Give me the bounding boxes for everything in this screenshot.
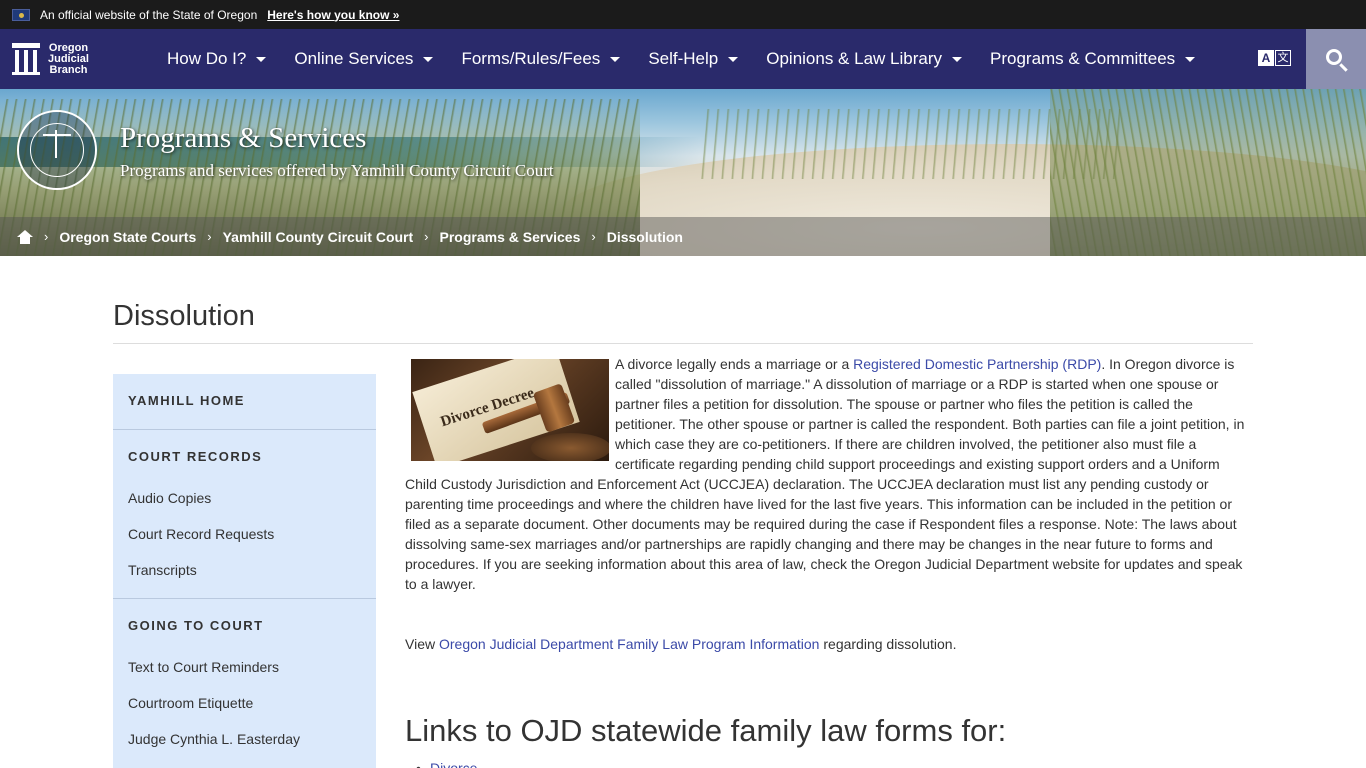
chevron-down-icon bbox=[1185, 56, 1196, 62]
oregon-judicial-branch-logo[interactable]: Oregon Judicial Branch bbox=[0, 29, 150, 89]
rdp-link[interactable]: Registered Domestic Partnership (RDP) bbox=[853, 356, 1101, 372]
breadcrumb: › Oregon State Courts › Yamhill County C… bbox=[0, 217, 1366, 256]
sidebar-item-transcripts[interactable]: Transcripts bbox=[113, 562, 197, 578]
hero-subtitle: Programs and services offered by Yamhill… bbox=[120, 161, 554, 180]
sidebar-item-courtroom-etiquette[interactable]: Courtroom Etiquette bbox=[113, 695, 253, 711]
breadcrumb-oregon-state-courts[interactable]: Oregon State Courts bbox=[59, 229, 196, 245]
sidebar: YAMHILL HOME COURT RECORDS Audio Copies … bbox=[113, 374, 376, 768]
list-item: Divorce bbox=[416, 760, 478, 768]
search-button[interactable] bbox=[1306, 29, 1366, 89]
chevron-down-icon bbox=[728, 56, 739, 62]
family-law-forms-heading: Links to OJD statewide family law forms … bbox=[405, 713, 1007, 748]
official-website-text: An official website of the State of Oreg… bbox=[40, 7, 258, 22]
oregon-flag-icon bbox=[12, 8, 30, 21]
chevron-down-icon bbox=[256, 56, 267, 62]
nav-opinions-law-library[interactable]: Opinions & Law Library bbox=[752, 29, 976, 89]
page-title: Dissolution bbox=[113, 300, 255, 332]
article-paragraph-view: View Oregon Judicial Department Family L… bbox=[405, 636, 957, 652]
chevron-down-icon bbox=[952, 56, 962, 62]
sidebar-divider bbox=[113, 598, 376, 599]
sidebar-divider bbox=[113, 429, 376, 430]
sidebar-item-audio-copies[interactable]: Audio Copies bbox=[113, 490, 211, 506]
breadcrumb-programs-services[interactable]: Programs & Services bbox=[440, 229, 581, 245]
judicial-department-seal-icon bbox=[17, 110, 97, 190]
sidebar-item-text-to-court-reminders[interactable]: Text to Court Reminders bbox=[113, 659, 279, 675]
nav-forms-rules-fees[interactable]: Forms/Rules/Fees bbox=[447, 29, 634, 89]
sidebar-heading-court-records[interactable]: COURT RECORDS bbox=[113, 449, 262, 464]
sidebar-item-court-record-requests[interactable]: Court Record Requests bbox=[113, 526, 274, 542]
nav-menu: How Do I? Online Services Forms/Rules/Fe… bbox=[153, 29, 1209, 89]
home-icon[interactable] bbox=[17, 229, 33, 244]
divorce-decree-image: Divorce Decree bbox=[411, 359, 609, 461]
breadcrumb-current: Dissolution bbox=[606, 228, 683, 245]
pillar-icon bbox=[12, 43, 40, 75]
breadcrumb-yamhill-county-circuit-court[interactable]: Yamhill County Circuit Court bbox=[223, 229, 414, 245]
heres-how-you-know-link[interactable]: Here's how you know » bbox=[267, 8, 399, 22]
search-icon bbox=[1326, 49, 1342, 65]
nav-how-do-i[interactable]: How Do I? bbox=[153, 29, 280, 89]
chevron-down-icon bbox=[610, 56, 621, 62]
nav-programs-committees[interactable]: Programs & Committees bbox=[976, 29, 1209, 89]
translate-icon[interactable]: A 文 bbox=[1258, 50, 1291, 68]
nav-online-services[interactable]: Online Services bbox=[280, 29, 447, 89]
article-body: Divorce Decree A divorce legally ends a … bbox=[405, 354, 1255, 694]
main-navbar: Oregon Judicial Branch How Do I? Online … bbox=[0, 29, 1366, 89]
divorce-forms-link[interactable]: Divorce bbox=[430, 760, 477, 768]
logo-text: Oregon Judicial Branch bbox=[48, 41, 89, 76]
sidebar-heading-yamhill-home[interactable]: YAMHILL HOME bbox=[113, 393, 245, 408]
official-website-banner: An official website of the State of Oreg… bbox=[0, 0, 1366, 29]
sidebar-item-judge-cynthia-easterday[interactable]: Judge Cynthia L. Easterday bbox=[113, 731, 300, 747]
title-divider bbox=[113, 343, 1253, 344]
family-law-program-link[interactable]: Oregon Judicial Department Family Law Pr… bbox=[439, 636, 820, 652]
hero-banner: Programs & Services Programs and service… bbox=[0, 89, 1366, 256]
nav-self-help[interactable]: Self-Help bbox=[634, 29, 752, 89]
hero-title: Programs & Services bbox=[120, 122, 367, 154]
sidebar-heading-going-to-court[interactable]: GOING TO COURT bbox=[113, 618, 264, 633]
chevron-down-icon bbox=[423, 56, 434, 62]
